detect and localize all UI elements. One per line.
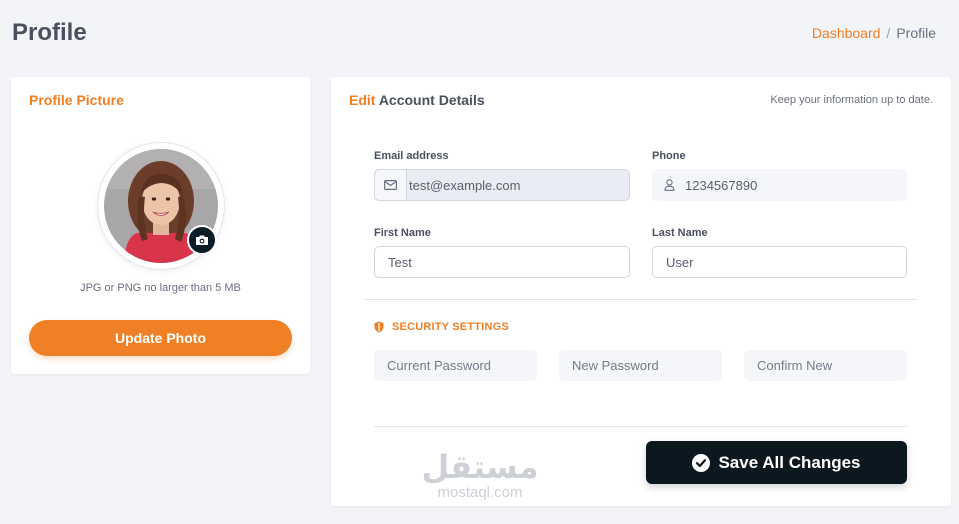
check-circle-icon <box>692 453 711 472</box>
email-field[interactable]: test@example.com <box>374 169 630 201</box>
breadcrumb-dashboard-link[interactable]: Dashboard <box>812 25 881 41</box>
mail-icon <box>384 180 397 190</box>
confirm-password-input[interactable]: Confirm New <box>744 350 907 381</box>
email-label: Email address <box>374 150 449 162</box>
watermark-arabic: مستقل <box>421 448 539 486</box>
first-name-label: First Name <box>374 227 431 239</box>
page-title: Profile <box>12 19 87 46</box>
shield-icon <box>374 321 384 333</box>
last-name-input[interactable]: User <box>652 246 907 278</box>
email-prefix <box>375 170 407 200</box>
title-rest: Account Details <box>375 92 485 108</box>
watermark: مستقل mostaql.com <box>420 450 540 502</box>
title-accent: Edit <box>349 92 376 108</box>
breadcrumb: Dashboard / Profile <box>812 25 936 41</box>
first-name-input[interactable]: Test <box>374 246 630 278</box>
watermark-latin: mostaql.com <box>437 484 523 501</box>
phone-value: 1234567890 <box>685 177 758 193</box>
user-icon <box>663 179 675 191</box>
phone-prefix <box>653 170 685 200</box>
phone-label: Phone <box>652 150 686 162</box>
last-name-value: User <box>666 254 694 270</box>
update-photo-button[interactable]: Update Photo <box>29 320 292 356</box>
current-password-input[interactable]: Current Password <box>374 350 537 381</box>
new-password-input[interactable]: New Password <box>559 350 722 381</box>
footer-divider <box>374 426 907 427</box>
account-details-hint: Keep your information up to date. <box>770 94 933 106</box>
phone-field[interactable]: 1234567890 <box>652 169 907 201</box>
save-all-changes-button[interactable]: Save All Changes <box>646 441 907 484</box>
profile-picture-title: Profile Picture <box>29 92 124 108</box>
account-details-card: Edit Account Details Keep your informati… <box>331 77 951 506</box>
first-name-value: Test <box>388 254 412 270</box>
last-name-label: Last Name <box>652 227 708 239</box>
email-value: test@example.com <box>409 177 521 193</box>
section-divider <box>364 299 917 300</box>
account-details-title: Edit Account Details <box>349 92 485 108</box>
upload-hint: JPG or PNG no larger than 5 MB <box>80 282 241 294</box>
change-photo-button[interactable] <box>187 225 217 255</box>
breadcrumb-current: Profile <box>896 25 936 41</box>
security-settings-title: SECURITY SETTINGS <box>374 321 509 333</box>
breadcrumb-separator: / <box>886 25 891 41</box>
camera-icon <box>196 235 208 245</box>
profile-picture-card: Profile Picture JPG or PNG no larger tha… <box>11 77 310 374</box>
security-settings-label: SECURITY SETTINGS <box>392 321 509 333</box>
save-all-changes-label: Save All Changes <box>718 452 861 472</box>
